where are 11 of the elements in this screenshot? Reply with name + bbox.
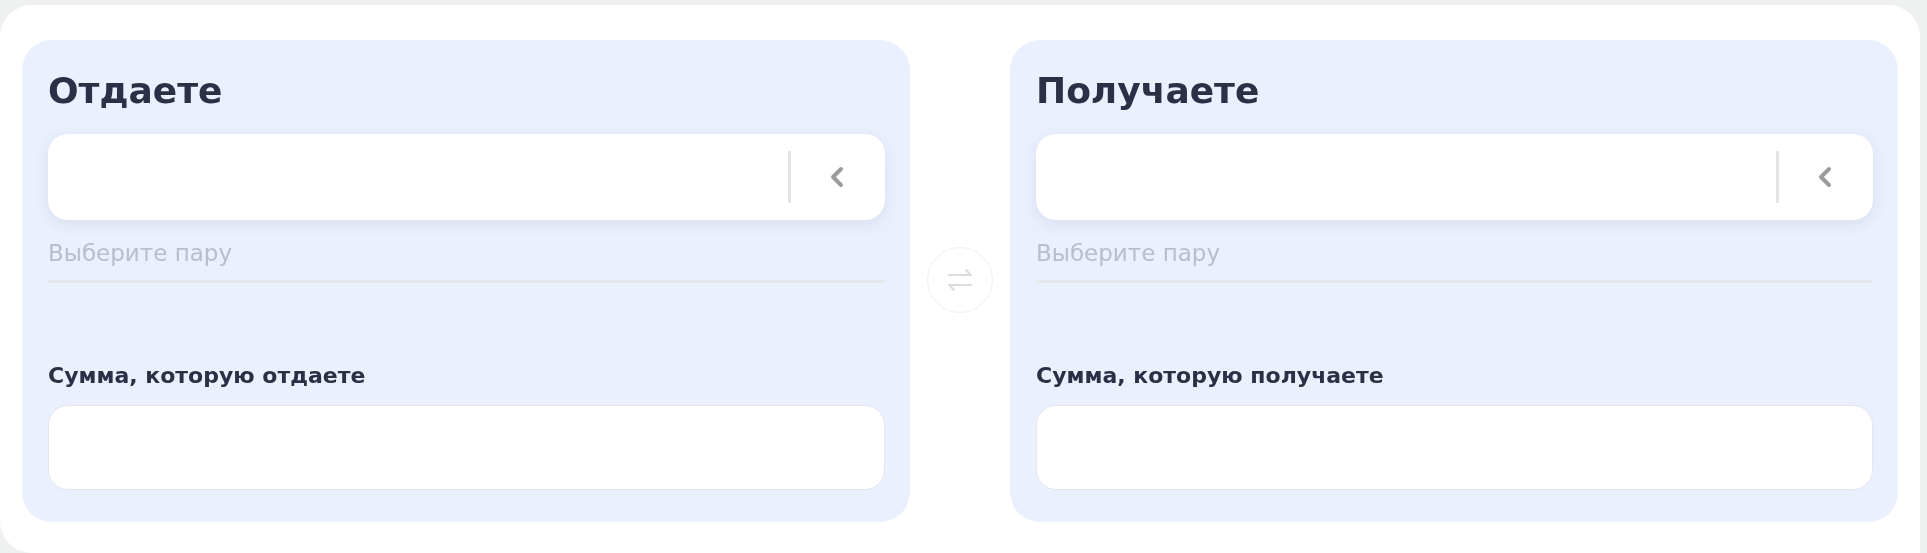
amount-field[interactable] — [1036, 405, 1873, 490]
swap-arrows-icon — [947, 267, 973, 293]
pair-select[interactable] — [48, 134, 885, 220]
chevron-left-icon — [829, 166, 845, 188]
amount-label: Сумма, которую получаете — [1036, 362, 1385, 390]
chevron-left-icon — [1817, 166, 1833, 188]
amount-field[interactable] — [48, 405, 885, 490]
panel-title: Отдаете — [48, 69, 224, 113]
panel-title: Получаете — [1036, 69, 1261, 113]
pair-select[interactable] — [1036, 134, 1873, 220]
amount-label: Сумма, которую отдаете — [48, 362, 367, 390]
